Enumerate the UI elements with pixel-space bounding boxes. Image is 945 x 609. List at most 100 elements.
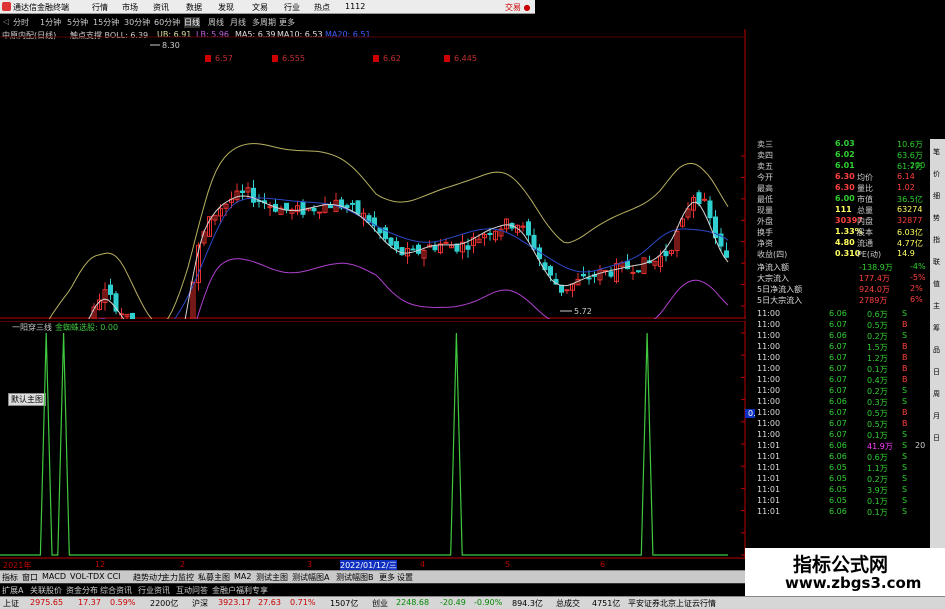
- main-chart-panel[interactable]: 中原内配(日线) 触点支撑 BOLL: 6.39 UB: 6.91 LB: 5.…: [0, 29, 755, 319]
- quote-row[interactable]: 最低 6.00 市值 36.5亿: [755, 194, 930, 205]
- tick-row[interactable]: 11:01 6.06 0.6万 S: [755, 452, 930, 463]
- info-tab[interactable]: 行业资讯: [138, 585, 170, 596]
- side-tab[interactable]: 势: [933, 213, 943, 223]
- menu-zixun[interactable]: 资讯: [153, 2, 169, 13]
- indicator-tab[interactable]: 窗口: [22, 572, 38, 583]
- indicator-tab[interactable]: MACD: [42, 572, 66, 581]
- period-multi[interactable]: 多周期: [252, 17, 276, 28]
- quote-row[interactable]: 收益(四) 0.310 PE(动) 14.9: [755, 249, 930, 260]
- side-tab[interactable]: 日: [933, 367, 943, 377]
- side-tab[interactable]: 品: [933, 345, 943, 355]
- info-tab[interactable]: 资金分布: [66, 585, 98, 596]
- quote-row[interactable]: 现量 111 总量 63274: [755, 205, 930, 216]
- quote-row[interactable]: 卖四 6.02 63.6万: [755, 150, 930, 161]
- trade-button[interactable]: 交易 ●: [505, 2, 531, 13]
- period-fenshi[interactable]: 分时: [13, 17, 29, 28]
- indicator-tab[interactable]: 更多: [379, 572, 395, 583]
- quote-row[interactable]: 今开 6.30 均价 6.14: [755, 172, 930, 183]
- tick-row[interactable]: 11:00 6.07 0.1万 B: [755, 364, 930, 375]
- menu-shichang[interactable]: 市场: [122, 2, 138, 13]
- fund-flow-row[interactable]: 5日净流入额 924.0万 2%: [755, 284, 930, 295]
- tick-row[interactable]: 11:00 6.07 0.1万 S: [755, 430, 930, 441]
- menu-hangqing[interactable]: 行情: [92, 2, 108, 13]
- indicator-panel[interactable]: 一阳穿三线 金蜘蛛选股: 0.00 默认主图 1.000.900.800.700…: [0, 321, 769, 559]
- period-30min[interactable]: 30分钟: [124, 17, 150, 28]
- indicator-tab[interactable]: 测试幅图A: [292, 572, 329, 583]
- tick-row[interactable]: 11:00 6.07 1.5万 B: [755, 342, 930, 353]
- indicator-tab[interactable]: 主力监控: [162, 572, 194, 583]
- quote-cell: 6%: [910, 295, 923, 304]
- side-tab[interactable]: 筹: [933, 323, 943, 333]
- period-month[interactable]: 月线: [230, 17, 246, 28]
- fund-flow-row[interactable]: 5日大宗流入 2789万 6%: [755, 295, 930, 306]
- cy-label[interactable]: 创业: [372, 598, 388, 609]
- indicator-tab[interactable]: 设置: [397, 572, 413, 583]
- quote-row[interactable]: 净资 4.80 流通 4.77亿: [755, 238, 930, 249]
- tick-row[interactable]: 11:00 6.07 0.5万 B: [755, 320, 930, 331]
- period-day[interactable]: 日线: [184, 17, 200, 28]
- indicator-tab[interactable]: 指标: [2, 572, 18, 583]
- indicator-tab[interactable]: MA2: [234, 572, 251, 581]
- period-1min[interactable]: 1分钟: [40, 17, 61, 28]
- indicator-tab[interactable]: CCI: [107, 572, 121, 581]
- candlestick-chart[interactable]: 7.207.006.806.606.406.206.005.806.576.55…: [0, 29, 755, 319]
- info-tab[interactable]: 关联股价: [30, 585, 62, 596]
- quote-row[interactable]: 换手 1.33% 股本 6.03亿: [755, 227, 930, 238]
- tick-row[interactable]: 11:01 6.05 0.2万 S: [755, 474, 930, 485]
- menu-shuju[interactable]: 数据: [186, 2, 202, 13]
- fund-flow-row[interactable]: 大宗流入 177.4万 -5%: [755, 273, 930, 284]
- side-tab[interactable]: 日: [933, 433, 943, 443]
- indicator-tab[interactable]: 测试幅图B: [336, 572, 374, 583]
- tick-row[interactable]: 11:00 6.07 0.5万 B: [755, 419, 930, 430]
- info-tab[interactable]: 互动问答: [176, 585, 208, 596]
- info-tab[interactable]: 金融户福利专享: [212, 585, 268, 596]
- tick-row[interactable]: 11:00 6.07 0.4万 B: [755, 375, 930, 386]
- candle-body: [564, 289, 570, 292]
- menu-wenyi[interactable]: 文易: [252, 2, 268, 13]
- period-week[interactable]: 周线: [208, 17, 224, 28]
- tick-row[interactable]: 11:01 6.06 0.1万 S: [755, 507, 930, 518]
- tick-row[interactable]: 11:00 6.07 1.2万 B: [755, 353, 930, 364]
- side-tab[interactable]: 主: [933, 301, 943, 311]
- info-tab[interactable]: 扩展A: [2, 585, 23, 596]
- tick-row[interactable]: 11:00 6.06 0.3万 S: [755, 397, 930, 408]
- menu-faxian[interactable]: 发现: [218, 2, 234, 13]
- info-tab[interactable]: 综合资讯: [100, 585, 132, 596]
- quote-row[interactable]: 卖三 6.03 10.6万: [755, 139, 930, 150]
- tick-row[interactable]: 11:01 6.05 3.9万 S: [755, 485, 930, 496]
- period-more[interactable]: 更多: [279, 17, 295, 28]
- signal-chart[interactable]: 1.000.900.800.700.600.500.400.300.200.10…: [0, 321, 755, 559]
- side-tab[interactable]: 值: [933, 279, 943, 289]
- indicator-tab[interactable]: 趋势动力: [133, 572, 165, 583]
- period-15min[interactable]: 15分钟: [93, 17, 119, 28]
- tick-row[interactable]: 11:00 6.07 0.5万 B: [755, 408, 930, 419]
- quote-row[interactable]: 卖五 6.01 61.7万 -200: [755, 161, 930, 172]
- side-tab[interactable]: 月: [933, 411, 943, 421]
- quote-row[interactable]: 最高 6.30 量比 1.02: [755, 183, 930, 194]
- tick-row[interactable]: 11:01 6.06 41.9万 S 20: [755, 441, 930, 452]
- indicator-tab[interactable]: 私募主图: [198, 572, 230, 583]
- server-name[interactable]: 平安证券北京上证云行情: [628, 598, 716, 609]
- scroll-left-icon[interactable]: ◁: [3, 17, 9, 26]
- fund-flow-row[interactable]: 净流入额 -138.9万 -4%: [755, 262, 930, 273]
- indicator-tab[interactable]: VOL-TDX: [70, 572, 105, 581]
- side-tab[interactable]: 笔: [933, 147, 943, 157]
- menu-hangye[interactable]: 行业: [284, 2, 300, 13]
- side-tab[interactable]: 联: [933, 257, 943, 267]
- tick-row[interactable]: 11:00 6.07 0.2万 S: [755, 386, 930, 397]
- side-tab[interactable]: 指: [933, 235, 943, 245]
- indicator-tab[interactable]: 测试主图: [256, 572, 288, 583]
- side-tab[interactable]: 细: [933, 191, 943, 201]
- tick-row[interactable]: 11:00 6.06 0.2万 S: [755, 331, 930, 342]
- quote-row[interactable]: 外盘 30397 内盘 32877: [755, 216, 930, 227]
- side-tab[interactable]: 周: [933, 389, 943, 399]
- tick-row[interactable]: 11:01 6.05 1.1万 S: [755, 463, 930, 474]
- sh-label[interactable]: 上证: [3, 598, 19, 609]
- side-tab[interactable]: 价: [933, 169, 943, 179]
- sz-label[interactable]: 沪深: [192, 598, 208, 609]
- tick-row[interactable]: 11:01 6.05 0.1万 S: [755, 496, 930, 507]
- period-60min[interactable]: 60分钟: [154, 17, 180, 28]
- period-5min[interactable]: 5分钟: [67, 17, 88, 28]
- tick-row[interactable]: 11:00 6.06 0.6万 S: [755, 309, 930, 320]
- menu-redian[interactable]: 热点: [314, 2, 330, 13]
